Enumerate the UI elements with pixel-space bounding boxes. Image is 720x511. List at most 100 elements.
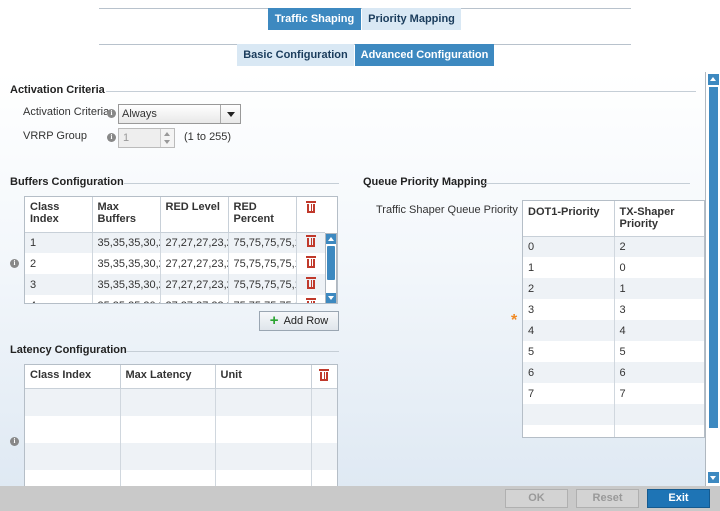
- table-cell[interactable]: 27,27,27,23,25: [160, 253, 229, 274]
- vrrp-group-range: (1 to 255): [184, 131, 232, 143]
- info-icon: i: [107, 133, 116, 142]
- table-cell[interactable]: 7: [614, 383, 704, 404]
- table-cell[interactable]: 1: [614, 278, 704, 299]
- trash-icon[interactable]: [305, 235, 316, 248]
- chevron-down-icon[interactable]: [220, 105, 240, 123]
- table-cell[interactable]: 35,35,35,30,25: [92, 295, 161, 303]
- trash-icon[interactable]: [305, 298, 316, 303]
- table-row[interactable]: 3 35,35,35,30,25 27,27,27,23,25 75,75,75…: [25, 274, 325, 295]
- table-row[interactable]: 44: [523, 320, 704, 341]
- table-row[interactable]: 4 35,35,35,30,25 27,27,27,23,25 75,75,75…: [25, 295, 325, 303]
- traffic-shaper-queue-priority-label: Traffic Shaper Queue Priority: [376, 204, 518, 216]
- page-scrollbar[interactable]: [705, 72, 720, 486]
- table-cell[interactable]: 27,27,27,23,25: [160, 274, 229, 295]
- table-cell: 2: [523, 278, 615, 299]
- table-cell[interactable]: 3: [25, 274, 93, 295]
- table-cell[interactable]: 2: [614, 236, 704, 257]
- activation-criteria-label: Activation Criteria: [23, 106, 110, 118]
- table-cell[interactable]: 5: [614, 341, 704, 362]
- table-cell[interactable]: 35,35,35,30,25: [92, 232, 161, 253]
- table-cell[interactable]: 75,75,75,75,10: [228, 295, 297, 303]
- activation-criteria-title: Activation Criteria: [10, 84, 105, 96]
- column-header[interactable]: RED Percent: [228, 197, 297, 232]
- column-header[interactable]: Class Index: [25, 365, 121, 389]
- table-row[interactable]: 33: [523, 299, 704, 320]
- vrrp-group-value: 1: [123, 132, 130, 144]
- activation-criteria-select[interactable]: Always: [118, 104, 241, 124]
- column-header[interactable]: Max Latency: [120, 365, 216, 389]
- table-row[interactable]: 21: [523, 278, 704, 299]
- delete-row-button[interactable]: [296, 232, 325, 253]
- table-cell[interactable]: 27,27,27,23,25: [160, 295, 229, 303]
- table-cell[interactable]: 35,35,35,30,25: [92, 253, 161, 274]
- column-header[interactable]: DOT1-Priority: [523, 201, 615, 236]
- delete-row-button[interactable]: [296, 295, 325, 303]
- vrrp-group-stepper[interactable]: 1: [118, 128, 175, 148]
- table-row[interactable]: 10: [523, 257, 704, 278]
- scroll-thumb[interactable]: [327, 246, 335, 280]
- queue-priority-mapping-title: Queue Priority Mapping: [363, 176, 488, 188]
- delete-row-button[interactable]: [296, 253, 325, 274]
- table-row: [25, 442, 337, 470]
- column-header[interactable]: Unit: [215, 365, 312, 389]
- tab-traffic-shaping[interactable]: Traffic Shaping: [268, 8, 361, 30]
- table-cell[interactable]: 4: [614, 320, 704, 341]
- table-cell[interactable]: 35,35,35,30,25: [92, 274, 161, 295]
- column-header[interactable]: Max Buffers: [92, 197, 161, 232]
- stepper-down-icon[interactable]: [164, 140, 170, 144]
- queue-priority-table-grid: DOT1-Priority TX-Shaper Priority 02 10 2…: [523, 201, 704, 437]
- delete-all-button[interactable]: [311, 365, 337, 389]
- table-row[interactable]: 55: [523, 341, 704, 362]
- header-area: Traffic Shaping Priority Mapping Basic C…: [0, 0, 720, 72]
- ok-button[interactable]: OK: [505, 489, 568, 508]
- table-cell: 6: [523, 362, 615, 383]
- delete-all-button[interactable]: [296, 197, 325, 232]
- stepper-up-icon[interactable]: [164, 132, 170, 136]
- table-cell: 1: [523, 257, 615, 278]
- table-row[interactable]: 66: [523, 362, 704, 383]
- trash-icon[interactable]: [305, 277, 316, 289]
- table-row[interactable]: 1 35,35,35,30,25 27,27,27,23,25 75,75,75…: [25, 232, 325, 253]
- table-cell[interactable]: 4: [25, 295, 93, 303]
- table-cell[interactable]: 75,75,75,75,10: [228, 274, 297, 295]
- column-header[interactable]: RED Level: [160, 197, 229, 232]
- trash-icon[interactable]: [305, 256, 316, 268]
- table-row: [523, 404, 704, 425]
- buffers-table-scrollbar[interactable]: [325, 233, 337, 303]
- scroll-down-icon[interactable]: [708, 472, 719, 483]
- tab-advanced-configuration[interactable]: Advanced Configuration: [355, 44, 494, 66]
- table-cell[interactable]: 75,75,75,75,10: [228, 232, 297, 253]
- table-cell[interactable]: 27,27,27,23,25: [160, 232, 229, 253]
- tab-basic-configuration[interactable]: Basic Configuration: [237, 44, 354, 66]
- table-header: DOT1-Priority TX-Shaper Priority: [523, 201, 704, 236]
- table-cell[interactable]: 3: [614, 299, 704, 320]
- add-row-button[interactable]: + Add Row: [259, 311, 339, 331]
- buffers-configuration-title: Buffers Configuration: [10, 176, 124, 188]
- scroll-up-icon[interactable]: [708, 74, 719, 85]
- scroll-up-icon[interactable]: [326, 234, 336, 244]
- table-row[interactable]: 2 35,35,35,30,25 27,27,27,23,25 75,75,75…: [25, 253, 325, 274]
- tab-priority-mapping[interactable]: Priority Mapping: [362, 8, 461, 30]
- exit-button[interactable]: Exit: [647, 489, 710, 508]
- table-cell[interactable]: 1: [25, 232, 93, 253]
- required-icon: *: [511, 312, 518, 329]
- column-header[interactable]: TX-Shaper Priority: [614, 201, 704, 236]
- table-row: [523, 425, 704, 437]
- delete-row-button[interactable]: [296, 274, 325, 295]
- table-header: Class Index Max Latency Unit: [25, 365, 337, 389]
- stepper-buttons[interactable]: [160, 129, 174, 147]
- scroll-down-icon[interactable]: [326, 293, 336, 303]
- table-cell[interactable]: 0: [614, 257, 704, 278]
- scroll-thumb[interactable]: [709, 87, 718, 428]
- table-cell[interactable]: 6: [614, 362, 704, 383]
- table-cell[interactable]: 2: [25, 253, 93, 274]
- reset-button[interactable]: Reset: [576, 489, 639, 508]
- section-divider: [106, 91, 696, 92]
- trash-icon[interactable]: [319, 369, 330, 381]
- buffers-table: Class Index Max Buffers RED Level RED Pe…: [24, 196, 338, 304]
- table-cell[interactable]: 75,75,75,75,10: [228, 253, 297, 274]
- column-header[interactable]: Class Index: [25, 197, 93, 232]
- trash-icon[interactable]: [305, 201, 316, 213]
- table-row[interactable]: 77: [523, 383, 704, 404]
- table-row[interactable]: 02: [523, 236, 704, 257]
